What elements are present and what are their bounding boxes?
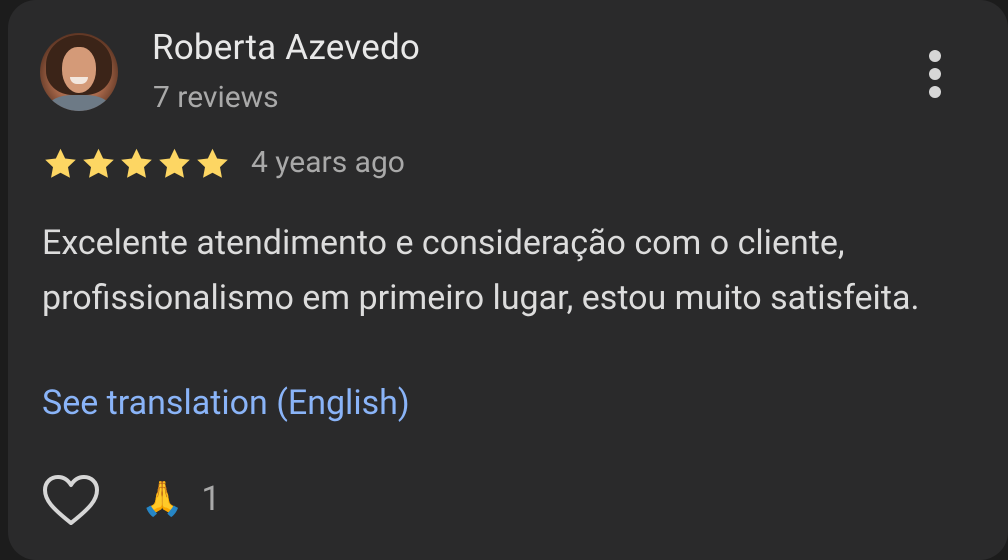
more-vertical-icon-dot-2 xyxy=(929,68,941,80)
star-icon xyxy=(159,148,190,178)
review-card: Roberta Azevedo 7 reviews 4 years ago Ex… xyxy=(8,0,1008,560)
more-vertical-icon-dot-3 xyxy=(929,86,941,98)
star-icon xyxy=(197,148,228,178)
review-text: Excelente atendimento e consideração com… xyxy=(42,223,920,318)
star-icon xyxy=(83,148,114,178)
star-icon xyxy=(45,148,76,178)
review-date: 4 years ago xyxy=(251,145,405,180)
more-vertical-icon xyxy=(929,50,941,62)
avatar[interactable] xyxy=(40,33,118,111)
more-options-button[interactable] xyxy=(918,46,952,102)
reaction-count: 1 xyxy=(201,479,221,519)
star-icon xyxy=(121,148,152,178)
reaction-chip[interactable]: 🙏 1 xyxy=(141,476,220,522)
author-name[interactable]: Roberta Azevedo xyxy=(152,27,420,68)
star-rating xyxy=(42,146,231,182)
heart-outline-icon xyxy=(43,475,99,525)
see-translation-link[interactable]: See translation (English) xyxy=(42,383,410,423)
review-count: 7 reviews xyxy=(153,80,279,115)
like-button[interactable] xyxy=(42,474,100,528)
praying-hands-icon: 🙏 xyxy=(141,479,184,519)
avatar-shirt xyxy=(48,95,110,111)
avatar-face xyxy=(62,47,96,93)
